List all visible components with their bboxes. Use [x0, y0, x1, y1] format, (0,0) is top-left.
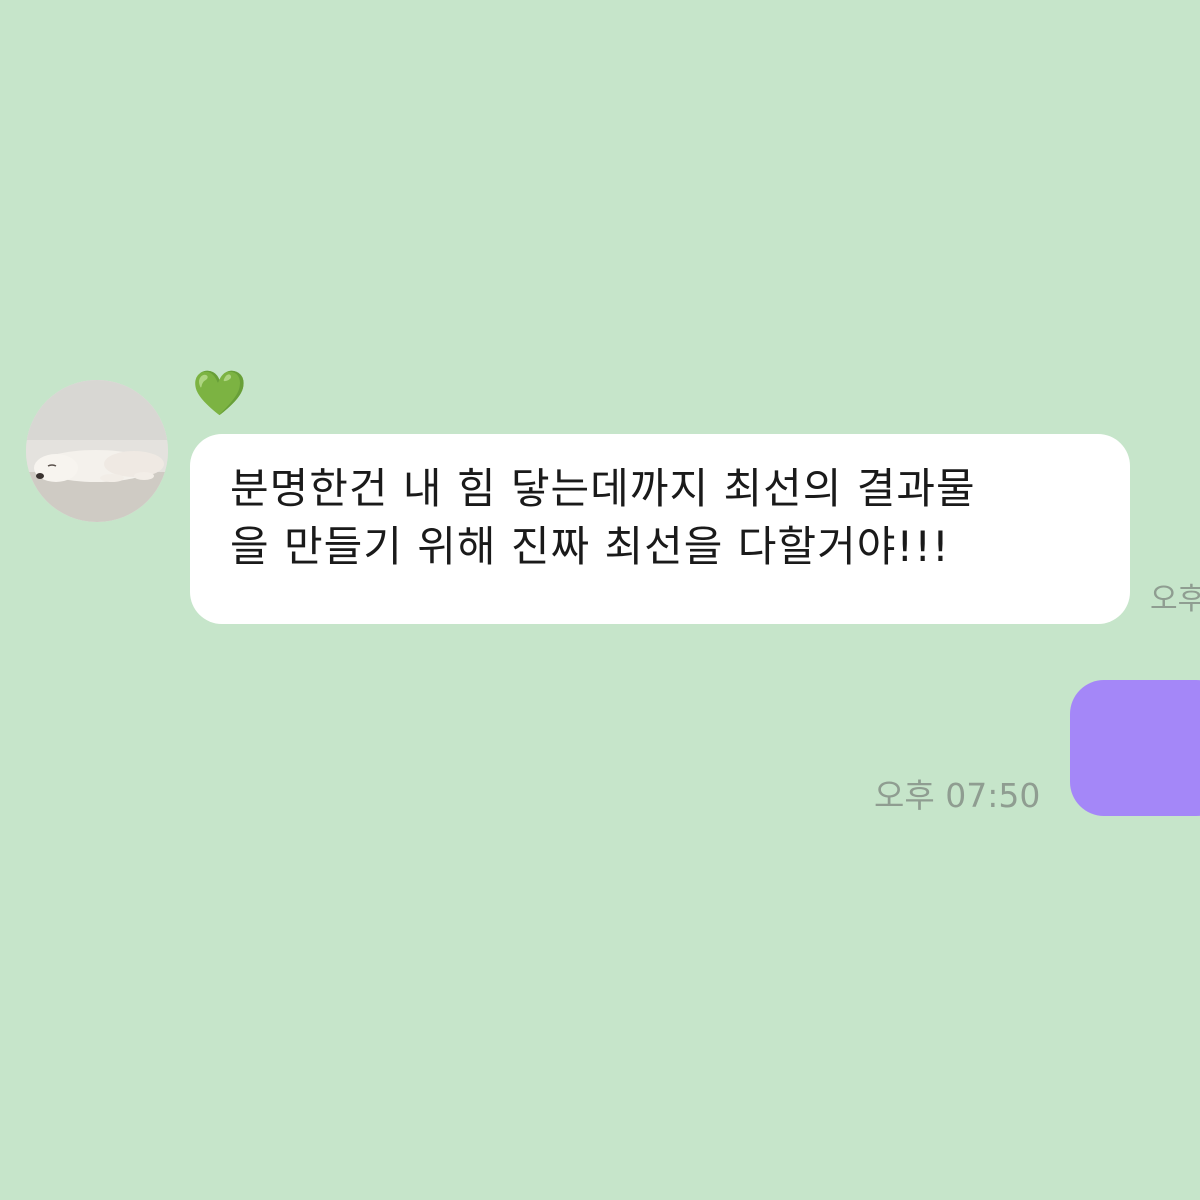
message-line: 분명한건 내 힘 닿는데까지 최선의 결과물 — [230, 464, 976, 513]
incoming-message-bubble[interactable]: 분명한건 내 힘 닿는데까지 최선의 결과물 을 만들기 위해 진짜 최선을 다… — [190, 434, 1130, 624]
dog-photo-icon — [26, 380, 168, 522]
chat-area[interactable]: 💚 분명한건 내 힘 닿는데까지 최선의 결과물 을 만들기 위해 진짜 최선을… — [0, 0, 1200, 1200]
incoming-timestamp: 오후 — [1150, 582, 1200, 617]
sender-name: 💚 — [192, 368, 247, 419]
outgoing-message-bubble[interactable] — [1070, 680, 1200, 816]
message-line: 을 만들기 위해 진짜 최선을 다할거야!!! — [230, 522, 950, 571]
outgoing-timestamp: 오후 07:50 — [874, 776, 1041, 815]
profile-avatar[interactable] — [26, 380, 168, 522]
